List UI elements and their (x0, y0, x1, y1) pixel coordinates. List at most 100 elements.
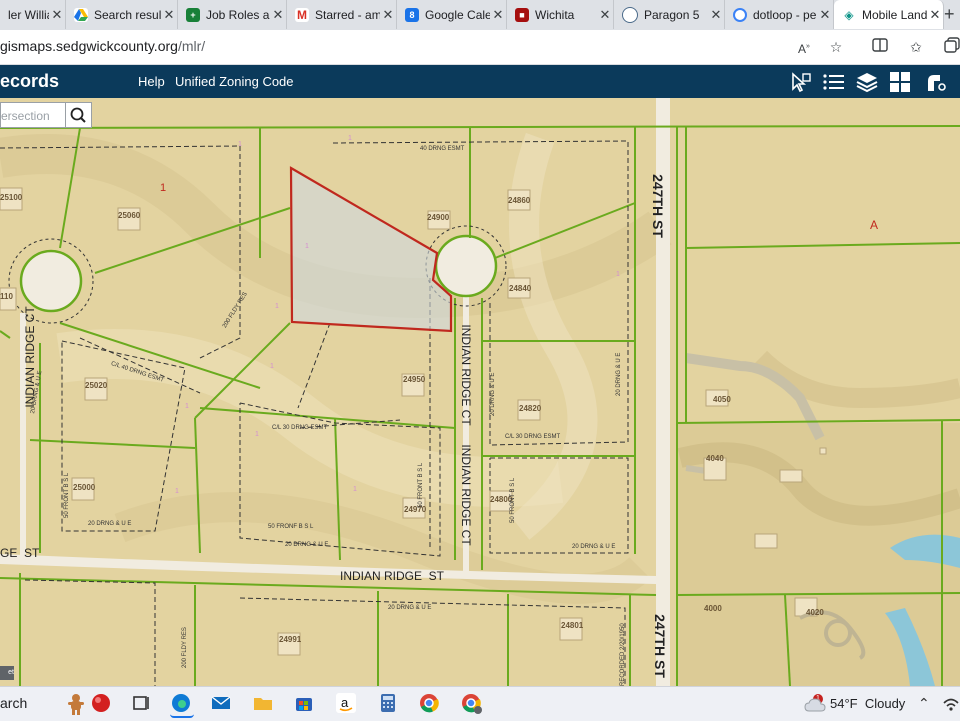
street-label: 247TH ST (650, 174, 666, 238)
tab-8[interactable]: dotloop - pe ✕ (725, 0, 834, 29)
easement-label: RECORDED 2/20/1950 (620, 623, 626, 686)
close-icon[interactable]: ✕ (708, 7, 724, 23)
parcel-label: 24800 (490, 495, 513, 504)
chrome-icon[interactable] (418, 692, 442, 716)
tab-1[interactable]: ler Willian ✕ (0, 0, 66, 29)
layers-icon[interactable] (855, 71, 879, 93)
url-host: gismaps.sedgwickcounty.org (0, 38, 178, 54)
map-attribution: et (0, 666, 14, 680)
task-view-icon[interactable] (130, 692, 154, 716)
close-icon[interactable]: ✕ (270, 7, 286, 23)
weather-temp: 54°F (830, 696, 858, 711)
new-tab-button[interactable]: + (944, 0, 960, 29)
favorite-star-icon[interactable]: ☆ (826, 37, 846, 57)
parcel-label: 24991 (279, 635, 302, 644)
tab-title: Job Roles an (206, 7, 270, 22)
tab-title: Mobile Land (862, 7, 927, 22)
list-icon[interactable] (822, 71, 846, 93)
easement-label: C/L 30 DRNG ESMT (505, 434, 561, 440)
easement-label: 20 DRNG & U E (616, 352, 622, 396)
chrome-profile-icon[interactable] (460, 692, 484, 716)
store-icon[interactable] (293, 692, 317, 716)
easement-label: 20 DRNG & U E (388, 605, 432, 611)
search-button[interactable] (65, 102, 92, 128)
tab-9-active[interactable]: ◈ Mobile Land ✕ (834, 0, 944, 29)
url-field[interactable]: gismaps.sedgwickcounty.org/mlr/ (0, 38, 205, 54)
taskbar-search[interactable]: arch (0, 695, 27, 711)
chevron-up-icon[interactable]: ⌃ (918, 695, 930, 712)
street-label: 247TH ST (652, 614, 668, 678)
close-icon[interactable]: ✕ (490, 7, 506, 23)
red-ball-icon[interactable] (90, 692, 114, 716)
search-input[interactable]: ersection (0, 102, 65, 128)
close-icon[interactable]: ✕ (817, 7, 833, 23)
map-view[interactable]: 111 111 111 1 247TH ST 247TH ST INDIAN R… (0, 98, 960, 686)
easement-label: 20 DRNG & U E (490, 372, 496, 416)
mail-icon[interactable] (210, 692, 234, 716)
read-aloud-icon[interactable]: A» (794, 37, 814, 57)
tab-4[interactable]: M Starred - am ✕ (287, 0, 397, 29)
tab-2[interactable]: Search resul ✕ (66, 0, 178, 29)
parcel-label: 24860 (508, 196, 531, 205)
easement-label: 50 FRONT B S L (510, 477, 516, 523)
tab-title: Search resul (94, 7, 161, 22)
search-icon (70, 107, 86, 123)
google-drive-icon (74, 7, 88, 22)
network-icon[interactable] (942, 695, 960, 718)
parcel-label: 25020 (85, 381, 108, 390)
browser-tab-strip: ler Willian ✕ Search resul ✕ + Job Roles… (0, 0, 960, 30)
collections-icon[interactable] (942, 37, 960, 57)
easement-label: C/L 40 DRNG ESMT (110, 361, 165, 384)
identify-tool-icon[interactable] (789, 71, 813, 93)
close-icon[interactable]: ✕ (49, 7, 65, 23)
parcel-label: 4040 (706, 454, 724, 463)
tab-7[interactable]: Paragon 5 ✕ (614, 0, 725, 29)
block-label: 1 (160, 182, 167, 194)
tab-6[interactable]: ■ Wichita ✕ (507, 0, 614, 29)
block-label: A (870, 218, 879, 232)
map-labels: 247TH ST 247TH ST INDIAN RIDGE CT INDIAN… (0, 98, 960, 686)
measure-tool-icon[interactable] (922, 71, 946, 93)
nav-help[interactable]: Help (138, 74, 165, 89)
parcel-label: 4020 (806, 608, 824, 617)
weather-condition: Cloudy (864, 696, 906, 711)
parcel-label: 24900 (427, 213, 450, 222)
tab-title: Paragon 5 (644, 7, 700, 22)
nav-unified-zoning-code[interactable]: Unified Zoning Code (175, 74, 294, 89)
tab-3[interactable]: + Job Roles an ✕ (178, 0, 287, 29)
street-label: INDIAN RIDGE CT (459, 444, 473, 546)
google-calendar-icon: 8 (405, 7, 419, 22)
parcel-label: 4050 (713, 395, 731, 404)
address-bar: gismaps.sedgwickcounty.org/mlr/ A» ☆ ✩ (0, 30, 960, 65)
amazon-icon[interactable]: a (335, 692, 359, 716)
close-icon[interactable]: ✕ (380, 7, 396, 23)
street-label: INDIAN RIDGE ST (340, 569, 445, 583)
app-title: ecords (0, 71, 60, 91)
parcel-label: 24820 (519, 404, 542, 413)
tab-5[interactable]: 8 Google Cale ✕ (397, 0, 507, 29)
basemap-gallery-icon[interactable] (888, 71, 912, 93)
favorites-icon[interactable]: ✩ (906, 37, 926, 57)
street-label: GE ST (0, 546, 40, 560)
url-path: /mlr/ (177, 38, 206, 54)
split-screen-icon[interactable] (870, 37, 890, 57)
easement-label: 40 DRNG ESMT (420, 146, 465, 152)
close-icon[interactable]: ✕ (927, 7, 943, 23)
close-icon[interactable]: ✕ (161, 7, 177, 23)
edge-icon[interactable] (170, 692, 194, 718)
tab-title: dotloop - pe (753, 7, 817, 22)
tab-title: Starred - am (315, 7, 380, 22)
file-explorer-icon[interactable] (252, 692, 276, 716)
easement-label: 20 DRNG & U E (88, 521, 132, 527)
parcel-label: 25060 (118, 211, 141, 220)
taskbar: arch a 1 54°F Cloudy ⌃ (0, 686, 960, 721)
calculator-icon[interactable] (377, 692, 401, 716)
weather-widget[interactable]: 54°F Cloudy (830, 696, 905, 711)
wichita-icon: ■ (515, 7, 529, 22)
gingerbread-icon[interactable] (64, 692, 88, 716)
parcel-label: 25000 (73, 483, 96, 492)
close-icon[interactable]: ✕ (597, 7, 613, 23)
svg-text:a: a (341, 695, 349, 710)
tab-title: Google Cale (425, 7, 490, 22)
app-header: ecords Help Unified Zoning Code (0, 65, 960, 98)
